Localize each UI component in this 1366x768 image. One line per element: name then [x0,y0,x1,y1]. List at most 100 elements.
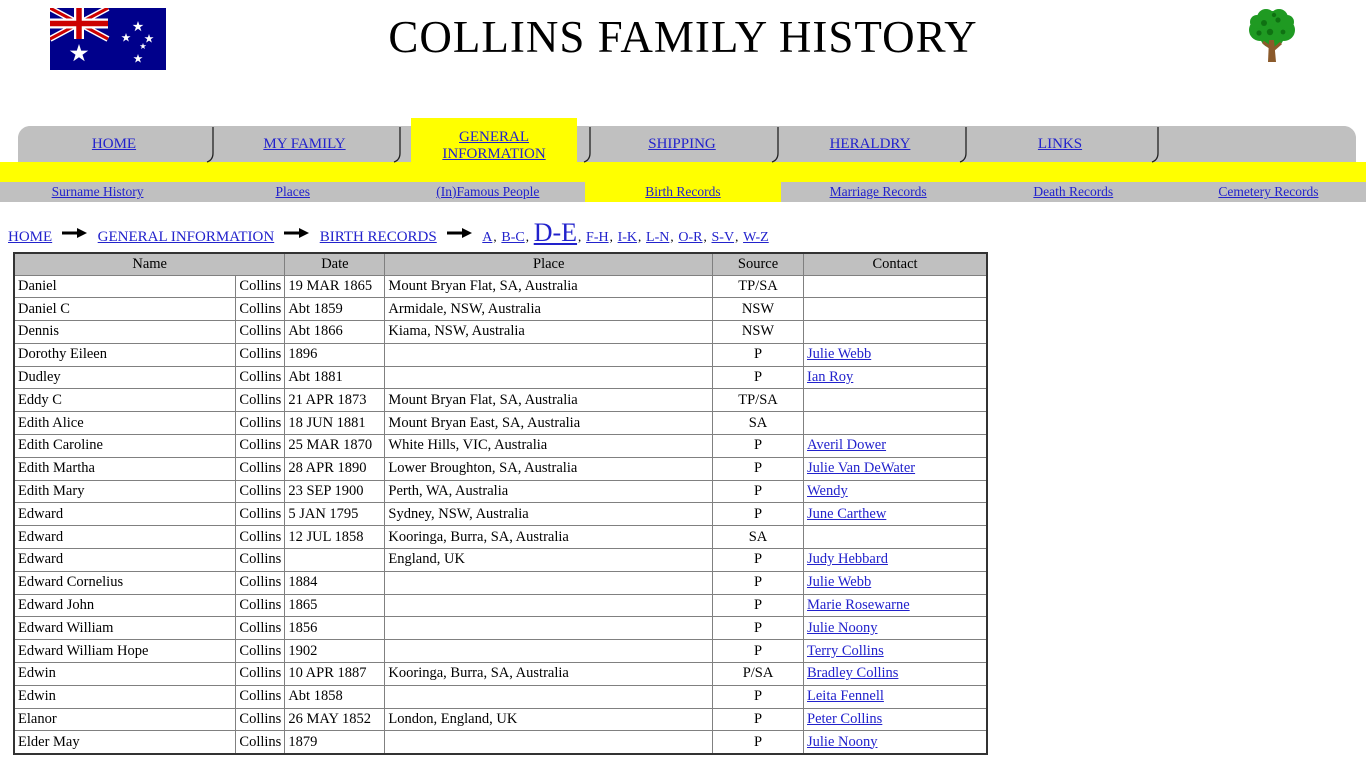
subnav-item-places[interactable]: Places [195,182,390,202]
breadcrumb-link-birth-records[interactable]: BIRTH RECORDS [320,229,437,245]
cell-date: 26 MAY 1852 [284,707,386,732]
cell-contact[interactable]: Leita Fennell [803,684,988,709]
contact-link[interactable]: Bradley Collins [807,665,898,681]
cell-surname: Collins [235,548,286,572]
tab-heraldry[interactable]: HERALDRY [777,126,963,162]
cell-source: P [712,502,804,527]
subnav-item-death-records[interactable]: Death Records [976,182,1171,202]
contact-link[interactable]: Leita Fennell [807,688,884,704]
contact-link[interactable]: Julie Noony [807,734,877,750]
tab-shipping[interactable]: SHIPPING [589,126,775,162]
cell-contact[interactable]: Julie Webb [803,570,988,595]
alpha-separator: , [703,229,707,244]
cell-contact[interactable]: Bradley Collins [803,662,988,686]
cell-date: 1865 [284,593,386,618]
cell-source: P [712,548,804,572]
cell-contact[interactable]: Terry Collins [803,639,988,664]
cell-given-name: Daniel C [13,297,237,322]
contact-link[interactable]: Julie Webb [807,346,871,362]
subnav-label[interactable]: Birth Records [645,184,720,199]
contact-link[interactable]: Julie Webb [807,574,871,590]
tab-links[interactable]: LINKS [965,126,1155,162]
cell-contact[interactable]: Averil Dower [803,434,988,458]
subnav-label[interactable]: Places [275,184,310,199]
tab-home-label[interactable]: HOME [92,136,136,153]
subnav-label[interactable]: Death Records [1033,184,1113,199]
contact-link[interactable]: Judy Hebbard [807,551,888,567]
cell-source: P [712,479,804,504]
cell-contact[interactable]: Judy Hebbard [803,548,988,572]
cell-source: P [712,456,804,481]
alpha-range-s-v[interactable]: S-V [712,229,735,245]
subnav-item-infamous-people[interactable]: (In)Famous People [390,182,585,202]
subnav-item-marriage-records[interactable]: Marriage Records [781,182,976,202]
cell-contact[interactable]: Peter Collins [803,707,988,732]
alpha-range-w-z[interactable]: W-Z [743,229,769,245]
subnav-item-birth-records[interactable]: Birth Records [585,182,781,202]
cell-contact[interactable]: June Carthew [803,502,988,527]
cell-source: P [712,434,804,458]
cell-place [384,570,714,595]
subnav-label[interactable]: Cemetery Records [1218,184,1318,199]
table-row: Dorothy Eileen Collins 1896 P Julie Webb [13,342,988,367]
tab-home[interactable]: HOME [18,126,210,162]
alpha-range-o-r[interactable]: O-R [678,229,702,245]
tab-my-family[interactable]: MY FAMILY [212,126,397,162]
contact-link[interactable]: June Carthew [807,506,886,522]
cell-place: Lower Broughton, SA, Australia [384,456,714,481]
table-row: Elder May Collins 1879 P Julie Noony [13,730,988,755]
tab-general-information[interactable]: GENERAL INFORMATION [411,118,577,174]
cell-contact[interactable]: Wendy [803,479,988,504]
cell-source: P/SA [712,662,804,686]
subnav-item-surname-history[interactable]: Surname History [0,182,195,202]
alpha-range-f-h[interactable]: F-H [586,229,609,245]
cell-date: Abt 1866 [284,320,386,344]
cell-place: Kooringa, Burra, SA, Australia [384,525,714,550]
alpha-range-a[interactable]: A [482,229,492,245]
cell-contact [803,274,988,299]
tab-my-family-label[interactable]: MY FAMILY [263,136,345,153]
contact-link[interactable]: Averil Dower [807,437,886,453]
cell-surname: Collins [235,434,286,458]
cell-contact[interactable]: Julie Noony [803,730,988,755]
cell-date: Abt 1881 [284,365,386,390]
alpha-range-i-k[interactable]: I-K [618,229,637,245]
contact-link[interactable]: Terry Collins [807,643,884,659]
contact-link[interactable]: Ian Roy [807,369,853,385]
cell-contact[interactable]: Julie Van DeWater [803,456,988,481]
cell-contact[interactable]: Julie Noony [803,616,988,641]
cell-contact[interactable]: Marie Rosewarne [803,593,988,618]
alpha-range-b-c[interactable]: B-C [501,229,524,245]
tab-links-label[interactable]: LINKS [1038,136,1082,153]
cell-contact[interactable]: Ian Roy [803,365,988,390]
contact-link[interactable]: Peter Collins [807,711,882,727]
cell-place: England, UK [384,548,714,572]
table-row: Edward Cornelius Collins 1884 P Julie Webb [13,570,988,595]
cell-date: 1856 [284,616,386,641]
alpha-range-d-e-current[interactable]: D-E [534,218,577,247]
tab-heraldry-label[interactable]: HERALDRY [830,136,911,153]
contact-link[interactable]: Marie Rosewarne [807,597,910,613]
contact-link[interactable]: Wendy [807,483,848,499]
cell-source: P [712,616,804,641]
tab-empty[interactable] [1157,126,1356,162]
contact-link[interactable]: Julie Noony [807,620,877,636]
cell-contact[interactable]: Julie Webb [803,342,988,367]
contact-link[interactable]: Julie Van DeWater [807,460,915,476]
breadcrumb-link-general-information[interactable]: GENERAL INFORMATION [98,229,275,245]
active-section-band [0,162,1366,182]
subnav-item-cemetery-records[interactable]: Cemetery Records [1171,182,1366,202]
subnav-label[interactable]: Surname History [52,184,144,199]
tab-shipping-label[interactable]: SHIPPING [648,136,716,153]
alpha-range-l-n[interactable]: L-N [646,229,669,245]
subnav-label[interactable]: Marriage Records [830,184,927,199]
tab-general-information-label[interactable]: GENERAL INFORMATION [411,129,577,163]
subnav-label[interactable]: (In)Famous People [436,184,539,199]
cell-given-name: Edward [13,525,237,550]
cell-surname: Collins [235,684,286,709]
breadcrumb-link-home[interactable]: HOME [8,229,52,245]
alpha-separator: , [670,229,674,244]
alpha-separator: , [735,229,739,244]
cell-source: P [712,639,804,664]
column-header-place: Place [384,252,714,276]
